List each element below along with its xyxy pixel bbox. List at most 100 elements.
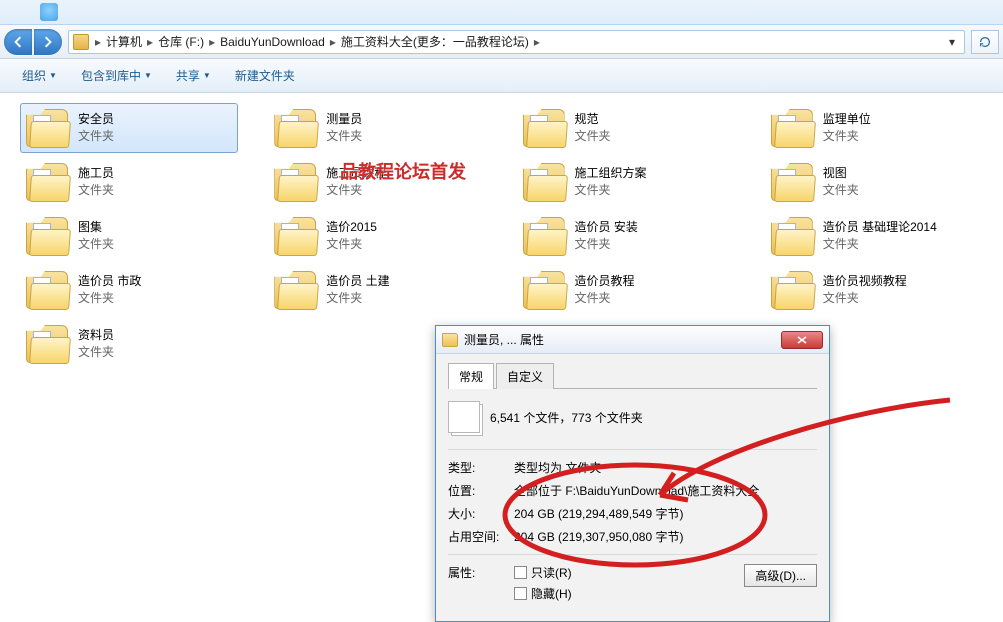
folder-item[interactable]: 资料员 文件夹: [20, 319, 238, 369]
back-button[interactable]: [4, 29, 32, 55]
folder-item[interactable]: 监理单位 文件夹: [765, 103, 983, 153]
type-label: 类型:: [448, 459, 514, 476]
folder-name: 安全员: [78, 111, 114, 128]
folder-item[interactable]: 造价员 安装 文件夹: [517, 211, 735, 261]
folder-icon: [523, 109, 565, 147]
folder-name: 造价员 安装: [575, 219, 638, 236]
folder-name: 图集: [78, 219, 114, 236]
folder-icon: [771, 163, 813, 201]
hidden-checkbox[interactable]: [514, 587, 527, 600]
folder-item[interactable]: 造价员 土建 文件夹: [268, 265, 486, 315]
size-on-disk-value: 204 GB (219,307,950,080 字节): [514, 528, 817, 545]
folder-name: 测量员: [326, 111, 362, 128]
type-value: 类型均为 文件夹: [514, 459, 817, 476]
size-on-disk-label: 占用空间:: [448, 528, 514, 545]
folder-name: 造价员 基础理论2014: [823, 219, 937, 236]
dialog-tabs: 常规 自定义: [448, 362, 817, 389]
folder-icon: [274, 271, 316, 309]
folder-type: 文件夹: [326, 128, 362, 145]
crumb-folder-2[interactable]: 施工资料大全(更多：一品教程论坛): [338, 33, 532, 50]
folder-type: 文件夹: [823, 290, 907, 307]
forward-button[interactable]: [34, 29, 62, 55]
folder-item[interactable]: 造价员视频教程 文件夹: [765, 265, 983, 315]
folder-name: 施工员: [78, 165, 114, 182]
folder-icon: [771, 109, 813, 147]
chevron-right-icon[interactable]: ▸: [532, 35, 542, 49]
folder-icon: [274, 217, 316, 255]
window-titlebar: [0, 0, 1003, 25]
new-folder-button[interactable]: 新建文件夹: [229, 64, 301, 87]
folder-type: 文件夹: [575, 128, 611, 145]
refresh-icon: [978, 35, 992, 49]
folder-name: 造价员 市政: [78, 273, 141, 290]
file-count-summary: 6,541 个文件，773 个文件夹: [490, 409, 643, 426]
chevron-right-icon[interactable]: ▸: [93, 35, 103, 49]
arrow-left-icon: [12, 36, 24, 48]
folder-item[interactable]: 安全员 文件夹: [20, 103, 238, 153]
folder-type: 文件夹: [823, 236, 937, 253]
folder-type: 文件夹: [78, 290, 141, 307]
attributes-label: 属性:: [448, 564, 514, 581]
location-value: 全部位于 F:\BaiduYunDownload\施工资料大全: [514, 482, 817, 499]
size-label: 大小:: [448, 505, 514, 522]
readonly-checkbox[interactable]: [514, 566, 527, 579]
share-menu[interactable]: 共享▼: [170, 64, 217, 87]
folder-item[interactable]: 规范 文件夹: [517, 103, 735, 153]
folder-type: 文件夹: [575, 290, 635, 307]
folder-item[interactable]: 造价员 基础理论2014 文件夹: [765, 211, 983, 261]
folder-item[interactable]: 造价2015 文件夹: [268, 211, 486, 261]
folder-type: 文件夹: [823, 182, 859, 199]
advanced-button[interactable]: 高级(D)...: [744, 564, 817, 587]
folder-icon: [26, 325, 68, 363]
folder-name: 施工组织方案: [575, 165, 647, 182]
folder-item[interactable]: 测量员 文件夹: [268, 103, 486, 153]
chevron-right-icon[interactable]: ▸: [145, 35, 155, 49]
folder-name: 资料员: [78, 327, 114, 344]
location-label: 位置:: [448, 482, 514, 499]
folder-name: 监理单位: [823, 111, 871, 128]
chevron-right-icon[interactable]: ▸: [328, 35, 338, 49]
folder-icon: [771, 271, 813, 309]
folder-icon: [73, 34, 89, 50]
folder-type: 文件夹: [575, 182, 647, 199]
folder-item[interactable]: 施工组织方案 文件夹: [517, 157, 735, 207]
folder-icon: [26, 163, 68, 201]
folder-item[interactable]: 造价员教程 文件夹: [517, 265, 735, 315]
path-dropdown-icon[interactable]: ▾: [944, 35, 960, 49]
folder-name: 造价员教程: [575, 273, 635, 290]
folder-item[interactable]: 视图 文件夹: [765, 157, 983, 207]
close-icon: [797, 336, 807, 344]
folder-name: 造价员 土建: [326, 273, 389, 290]
folder-icon: [274, 109, 316, 147]
folder-type: 文件夹: [575, 236, 638, 253]
breadcrumb[interactable]: ▸ 计算机 ▸ 仓库 (F:) ▸ BaiduYunDownload ▸ 施工资…: [68, 30, 965, 54]
organize-menu[interactable]: 组织▼: [16, 64, 63, 87]
folder-type: 文件夹: [78, 236, 114, 253]
folder-item[interactable]: 图集 文件夹: [20, 211, 238, 261]
crumb-drive[interactable]: 仓库 (F:): [155, 33, 207, 50]
dialog-title: 测量员, ... 属性: [464, 331, 544, 348]
close-button[interactable]: [781, 331, 823, 349]
crumb-computer[interactable]: 计算机: [103, 33, 145, 50]
crumb-folder-1[interactable]: BaiduYunDownload: [217, 35, 328, 49]
navigation-bar: ▸ 计算机 ▸ 仓库 (F:) ▸ BaiduYunDownload ▸ 施工资…: [0, 25, 1003, 59]
chevron-right-icon[interactable]: ▸: [207, 35, 217, 49]
refresh-button[interactable]: [971, 30, 999, 54]
folder-type: 文件夹: [823, 128, 871, 145]
tab-custom[interactable]: 自定义: [496, 363, 554, 389]
folder-icon: [26, 271, 68, 309]
readonly-label: 只读(R): [531, 564, 572, 581]
folder-icon: [274, 163, 316, 201]
folder-item[interactable]: 造价员 市政 文件夹: [20, 265, 238, 315]
folder-icon: [771, 217, 813, 255]
tab-general[interactable]: 常规: [448, 363, 494, 389]
folder-icon: [523, 217, 565, 255]
dialog-titlebar[interactable]: 测量员, ... 属性: [436, 326, 829, 354]
command-toolbar: 组织▼ 包含到库中▼ 共享▼ 新建文件夹: [0, 59, 1003, 93]
folder-item[interactable]: 施工员 文件夹: [20, 157, 238, 207]
folder-icon: [26, 109, 68, 147]
folder-name: 造价2015: [326, 219, 377, 236]
include-in-library-menu[interactable]: 包含到库中▼: [75, 64, 158, 87]
folder-type: 文件夹: [326, 236, 377, 253]
folder-icon: [26, 217, 68, 255]
